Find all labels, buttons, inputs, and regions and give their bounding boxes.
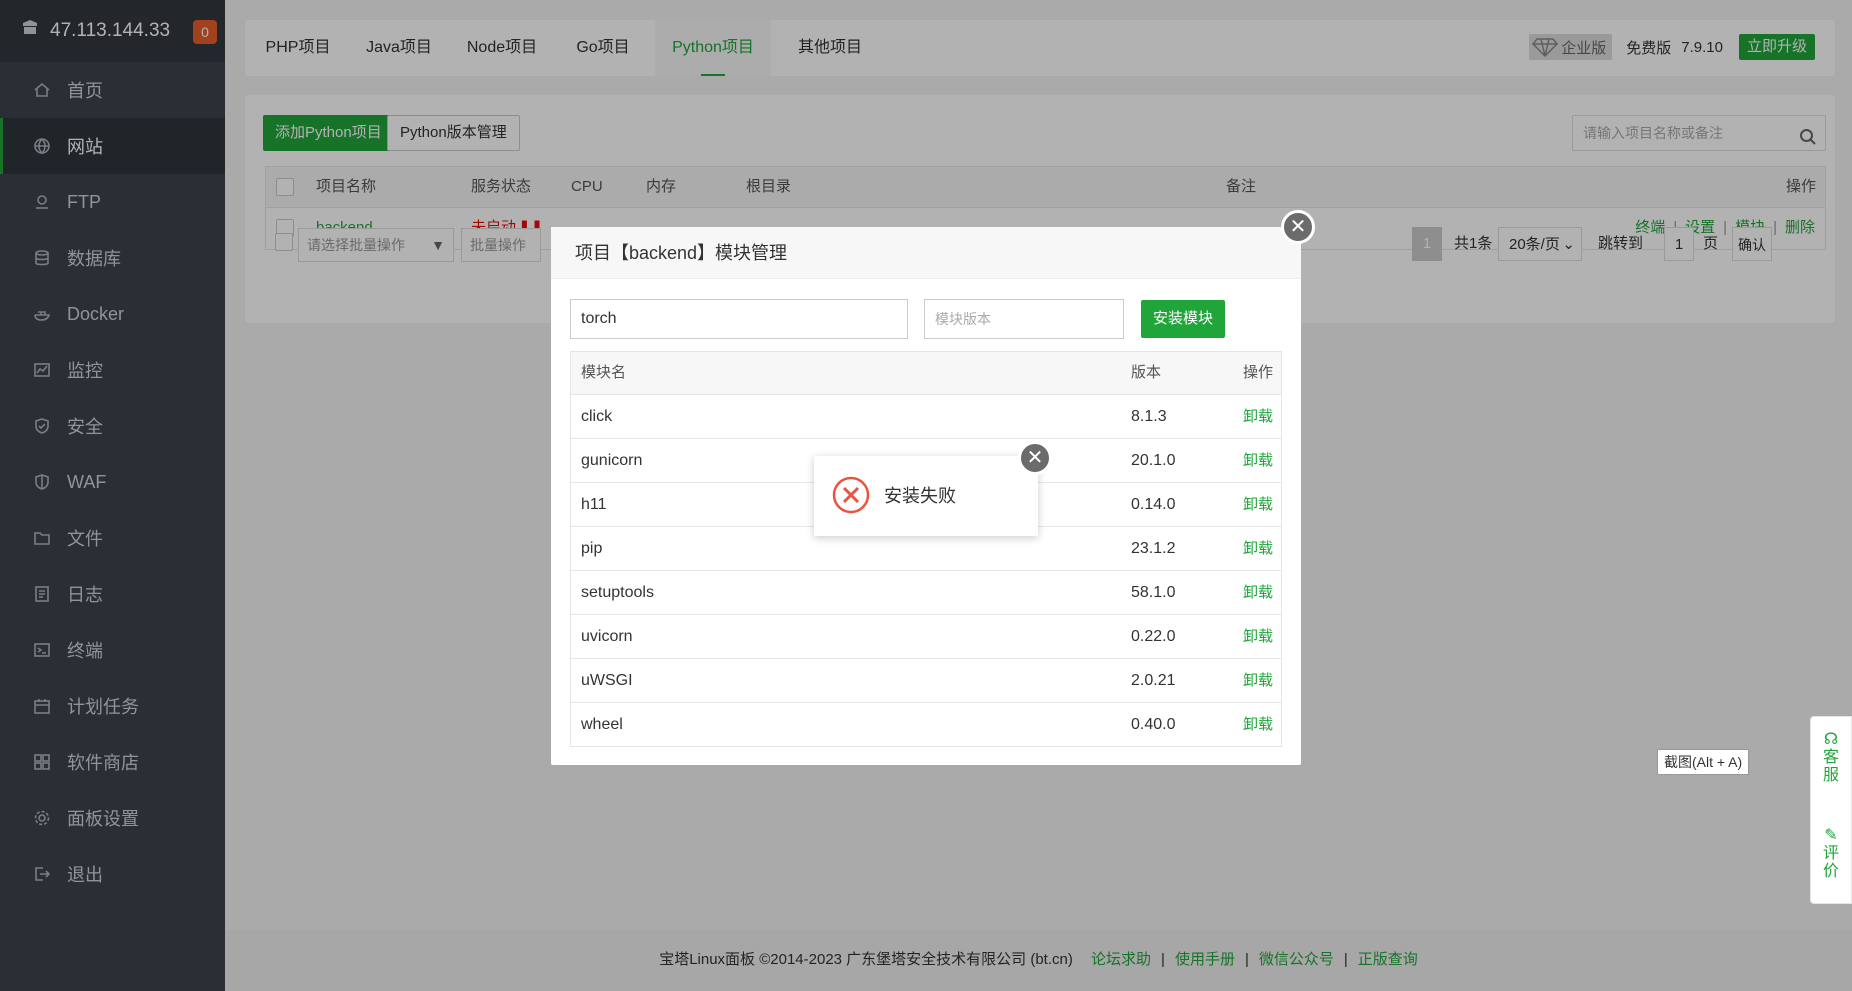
uninstall-link[interactable]: 卸载: [1243, 571, 1273, 614]
install-module-button[interactable]: 安装模块: [1141, 300, 1226, 338]
module-name: h11: [581, 496, 607, 513]
module-row: setuptools 58.1.0 卸载: [571, 570, 1281, 614]
dialog-title: 项目【backend】模块管理: [551, 227, 1301, 279]
module-version: 0.14.0: [1131, 496, 1176, 513]
error-icon: [832, 476, 870, 514]
customer-service-button[interactable]: ☊ 客服: [1811, 731, 1851, 785]
module-version: 0.22.0: [1131, 628, 1176, 645]
module-version: 20.1.0: [1131, 452, 1176, 469]
uninstall-link[interactable]: 卸载: [1243, 439, 1273, 482]
uninstall-link[interactable]: 卸载: [1243, 615, 1273, 658]
module-name: wheel: [581, 716, 623, 733]
module-name: pip: [581, 540, 603, 557]
toast-close-button[interactable]: ✕: [1018, 441, 1052, 475]
uninstall-link[interactable]: 卸载: [1243, 483, 1273, 526]
dialog-close-button[interactable]: ✕: [1281, 210, 1315, 244]
module-name: gunicorn: [581, 452, 643, 469]
uninstall-link[interactable]: 卸载: [1243, 527, 1273, 570]
module-version: 58.1.0: [1131, 584, 1176, 601]
install-failed-toast: 安装失败: [814, 456, 1038, 536]
module-name: uWSGI: [581, 672, 633, 689]
uninstall-link[interactable]: 卸载: [1243, 659, 1273, 702]
module-row: uvicorn 0.22.0 卸载: [571, 614, 1281, 658]
module-version: 2.0.21: [1131, 672, 1176, 689]
col-module-version: 版本: [1131, 364, 1162, 381]
module-row: uWSGI 2.0.21 卸载: [571, 658, 1281, 702]
module-row: click 8.1.3 卸载: [571, 394, 1281, 438]
review-label: 评价: [1823, 845, 1840, 880]
module-version-input[interactable]: 模块版本: [924, 299, 1124, 339]
module-name-input[interactable]: torch: [570, 299, 908, 339]
headset-icon: ☊: [1823, 731, 1839, 748]
module-version: 8.1.3: [1131, 408, 1167, 425]
col-module-name: 模块名: [581, 364, 627, 381]
screenshot-tooltip: 截图(Alt + A): [1657, 749, 1750, 775]
close-icon: ✕: [1026, 447, 1044, 469]
close-icon: ✕: [1289, 216, 1307, 238]
module-table: 模块名 版本 操作 click 8.1.3 卸载 gunicorn 20.1.0 卸载 …: [570, 351, 1282, 747]
uninstall-link[interactable]: 卸载: [1243, 703, 1273, 746]
module-table-header: 模块名 版本 操作: [571, 352, 1281, 394]
module-name: uvicorn: [581, 628, 633, 645]
module-name: setuptools: [581, 584, 654, 601]
col-module-op: 操作: [1243, 364, 1274, 381]
toast-message: 安装失败: [884, 486, 956, 506]
module-name: click: [581, 408, 613, 425]
module-row: wheel 0.40.0 卸载: [571, 702, 1281, 746]
module-version: 0.40.0: [1131, 716, 1176, 733]
module-version: 23.1.2: [1131, 540, 1176, 557]
uninstall-link[interactable]: 卸载: [1243, 395, 1273, 438]
edit-icon: ✎: [1824, 827, 1838, 844]
service-label: 客服: [1823, 749, 1840, 784]
review-button[interactable]: ✎ 评价: [1811, 827, 1851, 881]
side-toolbar: ☊ 客服 ✎ 评价: [1810, 716, 1852, 904]
